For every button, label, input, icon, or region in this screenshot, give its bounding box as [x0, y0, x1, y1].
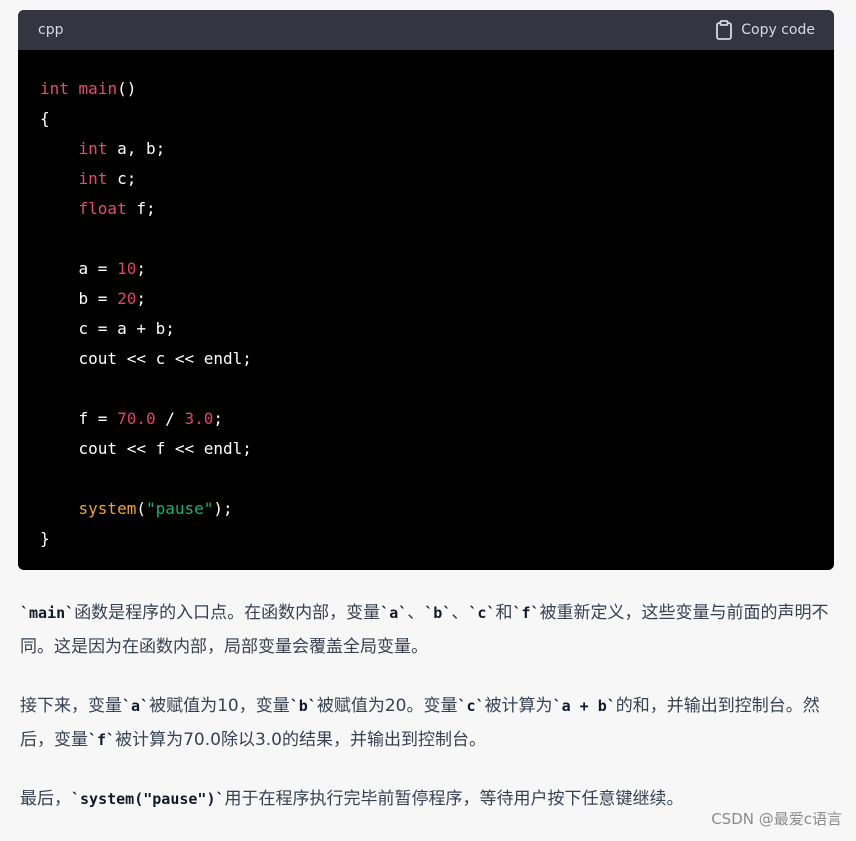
paragraph-text: 用于在程序执行完毕前暂停程序，等待用户按下任意键继续。 — [224, 789, 684, 809]
inline-code: `c` — [457, 697, 485, 715]
inline-code: `a + b` — [552, 697, 616, 715]
code-line: int c; — [40, 164, 812, 194]
code-line: float f; — [40, 194, 812, 224]
paragraph-text: 最后， — [20, 789, 71, 809]
paragraph-text: 被计算为70.0除以3.0的结果，并输出到控制台。 — [115, 730, 486, 750]
code-block: cpp Copy code int main() { int a, b; int … — [18, 10, 834, 570]
code-token: c = a + b; — [40, 319, 175, 338]
code-token: c; — [107, 169, 137, 188]
code-token: f = — [40, 409, 118, 428]
paragraph-text: 被赋值为10，变量 — [149, 696, 290, 716]
code-token-sys: system — [78, 499, 137, 518]
paragraph-text: 、 — [407, 603, 425, 623]
paragraph-text: 被计算为 — [484, 696, 553, 716]
code-line: cout << f << endl; — [40, 434, 812, 464]
code-token-kw: int — [78, 169, 108, 188]
code-token-kw: float — [78, 199, 127, 218]
code-line: { — [40, 104, 812, 134]
code-token: ; — [136, 289, 146, 308]
code-line: } — [40, 524, 812, 554]
code-token: } — [40, 529, 50, 548]
paragraph-text: 和 — [495, 603, 513, 623]
code-token-fn: main — [78, 79, 118, 98]
inline-code: `a` — [122, 697, 150, 715]
code-line: system("pause"); — [40, 494, 812, 524]
answer-paragraph: `main`函数是程序的入口点。在函数内部，变量`a`、`b`、`c`和`f`被… — [20, 596, 836, 664]
code-token: ( — [136, 499, 146, 518]
code-token-num: 20 — [117, 289, 137, 308]
paragraph-text: 函数是程序的入口点。在函数内部，变量 — [74, 603, 381, 623]
inline-code: `c` — [468, 604, 496, 622]
inline-code: `a` — [380, 604, 408, 622]
code-token-num: 3.0 — [184, 409, 214, 428]
code-token: cout << c << endl; — [40, 349, 252, 368]
answer-text: `main`函数是程序的入口点。在函数内部，变量`a`、`b`、`c`和`f`被… — [20, 576, 836, 841]
code-line: c = a + b; — [40, 314, 812, 344]
paragraph-text: 、 — [451, 603, 469, 623]
code-token: ); — [213, 499, 233, 518]
inline-code: `system("pause")` — [71, 790, 225, 808]
inline-code: `b` — [424, 604, 452, 622]
code-token: ; — [213, 409, 224, 428]
code-line: int main() — [40, 74, 812, 104]
code-token-num: 70.0 — [117, 409, 156, 428]
code-line: b = 20; — [40, 284, 812, 314]
code-line: f = 70.0 / 3.0; — [40, 404, 812, 434]
answer-paragraph: 接下来，变量`a`被赋值为10，变量`b`被赋值为20。变量`c`被计算为`a … — [20, 689, 836, 757]
code-line: a = 10; — [40, 254, 812, 284]
code-block-header: cpp Copy code — [18, 10, 834, 50]
code-language-label: cpp — [38, 22, 64, 38]
code-token: { — [40, 109, 50, 128]
code-token-num: 10 — [117, 259, 137, 278]
copy-code-label: Copy code — [741, 22, 815, 38]
code-token: () — [117, 79, 137, 98]
code-token: a = — [40, 259, 118, 278]
code-token-kw: int — [78, 139, 108, 158]
watermark: CSDN @最爱c语言 — [711, 810, 842, 828]
code-line: cout << c << endl; — [40, 344, 812, 374]
inline-code: `main` — [20, 604, 75, 622]
code-token: cout << f << endl; — [40, 439, 252, 458]
paragraph-text: 接下来，变量 — [20, 696, 122, 716]
code-token-kw: int — [40, 79, 69, 98]
code-token: a, b; — [107, 139, 166, 158]
code-content: int main() { int a, b; int c; float f; a … — [18, 50, 834, 570]
code-line: int a, b; — [40, 134, 812, 164]
inline-code: `f` — [512, 604, 540, 622]
clipboard-icon — [715, 20, 733, 40]
inline-code: `f` — [88, 731, 116, 749]
code-token-str: "pause" — [145, 499, 214, 518]
code-token: ; — [136, 259, 146, 278]
paragraph-text: 被赋值为20。变量 — [316, 696, 458, 716]
code-token: f; — [126, 199, 156, 218]
inline-code: `b` — [289, 697, 317, 715]
copy-code-button[interactable]: Copy code — [715, 20, 815, 40]
code-token: b = — [40, 289, 118, 308]
code-token: / — [155, 409, 185, 428]
